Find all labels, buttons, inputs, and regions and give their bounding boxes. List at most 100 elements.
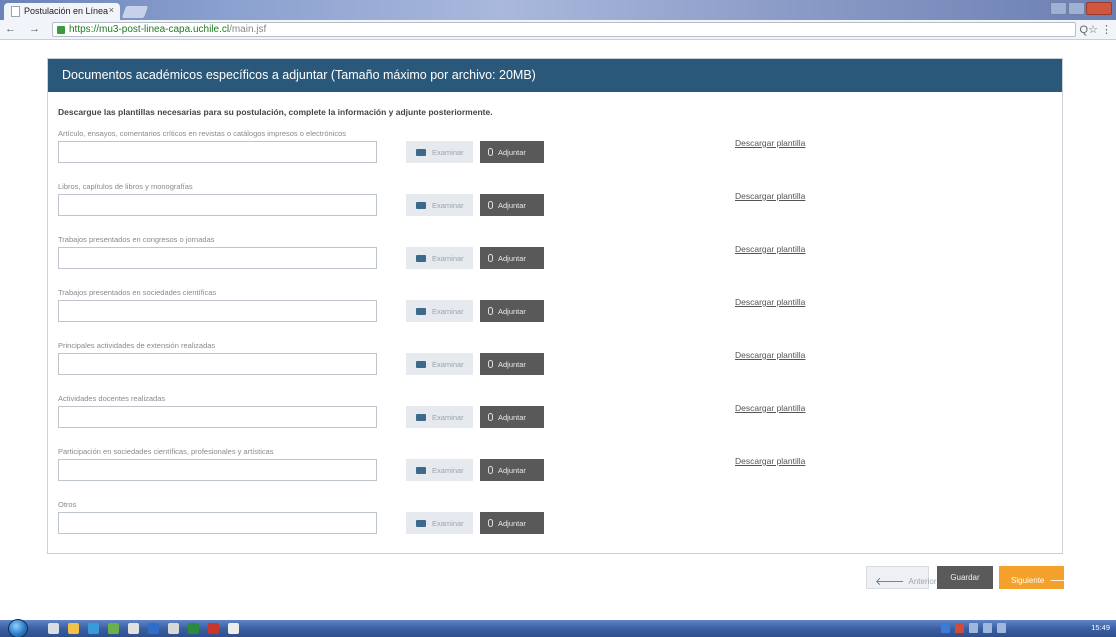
ie-taskbar-icon[interactable] (88, 623, 99, 634)
attach-label: Adjuntar (498, 519, 526, 528)
minimize-icon[interactable] (1050, 2, 1067, 15)
folder-icon (416, 202, 426, 209)
browse-button[interactable]: Examinar (406, 512, 473, 534)
file-path-input[interactable] (58, 459, 377, 481)
browse-label: Examinar (432, 413, 464, 422)
document-row: Trabajos presentados en congresos o jorn… (58, 235, 1058, 289)
document-label: Principales actividades de extensión rea… (58, 341, 216, 350)
download-template-link[interactable]: Descargar plantilla (735, 456, 805, 466)
document-label: Participación en sociedades científicas,… (58, 447, 274, 456)
file-path-input[interactable] (58, 194, 377, 216)
close-window-icon[interactable] (1086, 2, 1112, 15)
browser-tab[interactable]: Postulación en Línea × (4, 3, 120, 20)
download-template-link[interactable]: Descargar plantilla (735, 191, 805, 201)
close-tab-icon[interactable]: × (109, 5, 114, 15)
attach-label: Adjuntar (498, 466, 526, 475)
browse-button[interactable]: Examinar (406, 141, 473, 163)
explorer-taskbar-icon[interactable] (48, 623, 59, 634)
paperclip-icon (488, 307, 493, 315)
chrome-taskbar-icon[interactable] (228, 623, 239, 634)
paperclip-icon (488, 254, 493, 262)
document-label: Trabajos presentados en congresos o jorn… (58, 235, 215, 244)
flag-icon[interactable] (969, 623, 978, 633)
browse-button[interactable]: Examinar (406, 300, 473, 322)
network-icon[interactable] (941, 623, 950, 633)
attach-label: Adjuntar (498, 360, 526, 369)
excel-taskbar-icon[interactable] (188, 623, 199, 634)
attach-button[interactable]: Adjuntar (480, 406, 544, 428)
save-button[interactable]: Guardar (937, 566, 993, 589)
app-taskbar-icon[interactable] (168, 623, 179, 634)
clock[interactable]: 15:49 (1091, 623, 1110, 632)
browse-button[interactable]: Examinar (406, 459, 473, 481)
browse-button[interactable]: Examinar (406, 406, 473, 428)
previous-button[interactable]: 🡐 Anterior (866, 566, 937, 589)
file-path-input[interactable] (58, 247, 377, 269)
next-label: Siguiente (1011, 576, 1045, 585)
browse-label: Examinar (432, 519, 464, 528)
folder-icon (416, 467, 426, 474)
os-taskbar: 15:49 (0, 619, 1116, 637)
download-template-link[interactable]: Descargar plantilla (735, 138, 805, 148)
folder-icon (416, 361, 426, 368)
file-path-input[interactable] (58, 353, 377, 375)
attach-button[interactable]: Adjuntar (480, 247, 544, 269)
word-taskbar-icon[interactable] (148, 623, 159, 634)
document-label: Trabajos presentados en sociedades cient… (58, 288, 217, 297)
attach-label: Adjuntar (498, 413, 526, 422)
app-taskbar-icon[interactable] (108, 623, 119, 634)
attach-button[interactable]: Adjuntar (480, 194, 544, 216)
volume-icon[interactable] (997, 623, 1006, 633)
previous-label: Anterior (908, 577, 937, 586)
paperclip-icon (488, 201, 493, 209)
attach-label: Adjuntar (498, 201, 526, 210)
browse-button[interactable]: Examinar (406, 247, 473, 269)
browse-label: Examinar (432, 360, 464, 369)
document-row: Trabajos presentados en sociedades cient… (58, 288, 1058, 342)
start-button[interactable] (8, 619, 28, 637)
pdf-taskbar-icon[interactable] (208, 623, 219, 634)
browser-menu-icons[interactable]: Q☆ ⋮ (1080, 23, 1112, 36)
download-template-link[interactable]: Descargar plantilla (735, 350, 805, 360)
battery-icon[interactable] (983, 623, 992, 633)
file-path-input[interactable] (58, 300, 377, 322)
attach-button[interactable]: Adjuntar (480, 459, 544, 481)
download-template-link[interactable]: Descargar plantilla (735, 403, 805, 413)
document-row: Actividades docentes realizadas Examinar A… (58, 394, 1058, 448)
attach-button[interactable]: Adjuntar (480, 353, 544, 375)
attach-button[interactable]: Adjuntar (480, 141, 544, 163)
url-field[interactable]: https://mu3-post-linea-capa.uchile.cl/ma… (52, 22, 1076, 37)
browse-button[interactable]: Examinar (406, 353, 473, 375)
arrow-left-icon: 🡐 (875, 576, 905, 588)
attach-label: Adjuntar (498, 307, 526, 316)
document-row: Principales actividades de extensión rea… (58, 341, 1058, 395)
new-tab-button[interactable] (121, 6, 149, 18)
attach-button[interactable]: Adjuntar (480, 300, 544, 322)
browse-label: Examinar (432, 307, 464, 316)
tab-title: Postulación en Línea (24, 6, 109, 16)
document-label: Actividades docentes realizadas (58, 394, 166, 403)
download-template-link[interactable]: Descargar plantilla (735, 297, 805, 307)
browse-button[interactable]: Examinar (406, 194, 473, 216)
file-path-input[interactable] (58, 141, 377, 163)
instructions-text: Descargue las plantillas necesarias para… (58, 107, 493, 117)
maximize-icon[interactable] (1068, 2, 1085, 15)
app-tray-icon[interactable] (955, 623, 964, 633)
attach-button[interactable]: Adjuntar (480, 512, 544, 534)
paperclip-icon (488, 519, 493, 527)
document-row: Participación en sociedades científicas,… (58, 447, 1058, 501)
folder-taskbar-icon[interactable] (68, 623, 79, 634)
save-label: Guardar (950, 573, 980, 582)
panel-header: Documentos académicos específicos a adju… (48, 59, 1062, 92)
document-label: Libros, capítulos de libros y monografía… (58, 182, 193, 191)
next-button[interactable]: Siguiente 🡒 (999, 566, 1079, 589)
download-template-link[interactable]: Descargar plantilla (735, 244, 805, 254)
paperclip-icon (488, 148, 493, 156)
folder-icon (416, 414, 426, 421)
document-row: Libros, capítulos de libros y monografía… (58, 182, 1058, 236)
documents-panel: Documentos académicos específicos a adju… (47, 58, 1063, 554)
browse-label: Examinar (432, 201, 464, 210)
file-path-input[interactable] (58, 512, 377, 534)
file-path-input[interactable] (58, 406, 377, 428)
app-taskbar-icon[interactable] (128, 623, 139, 634)
